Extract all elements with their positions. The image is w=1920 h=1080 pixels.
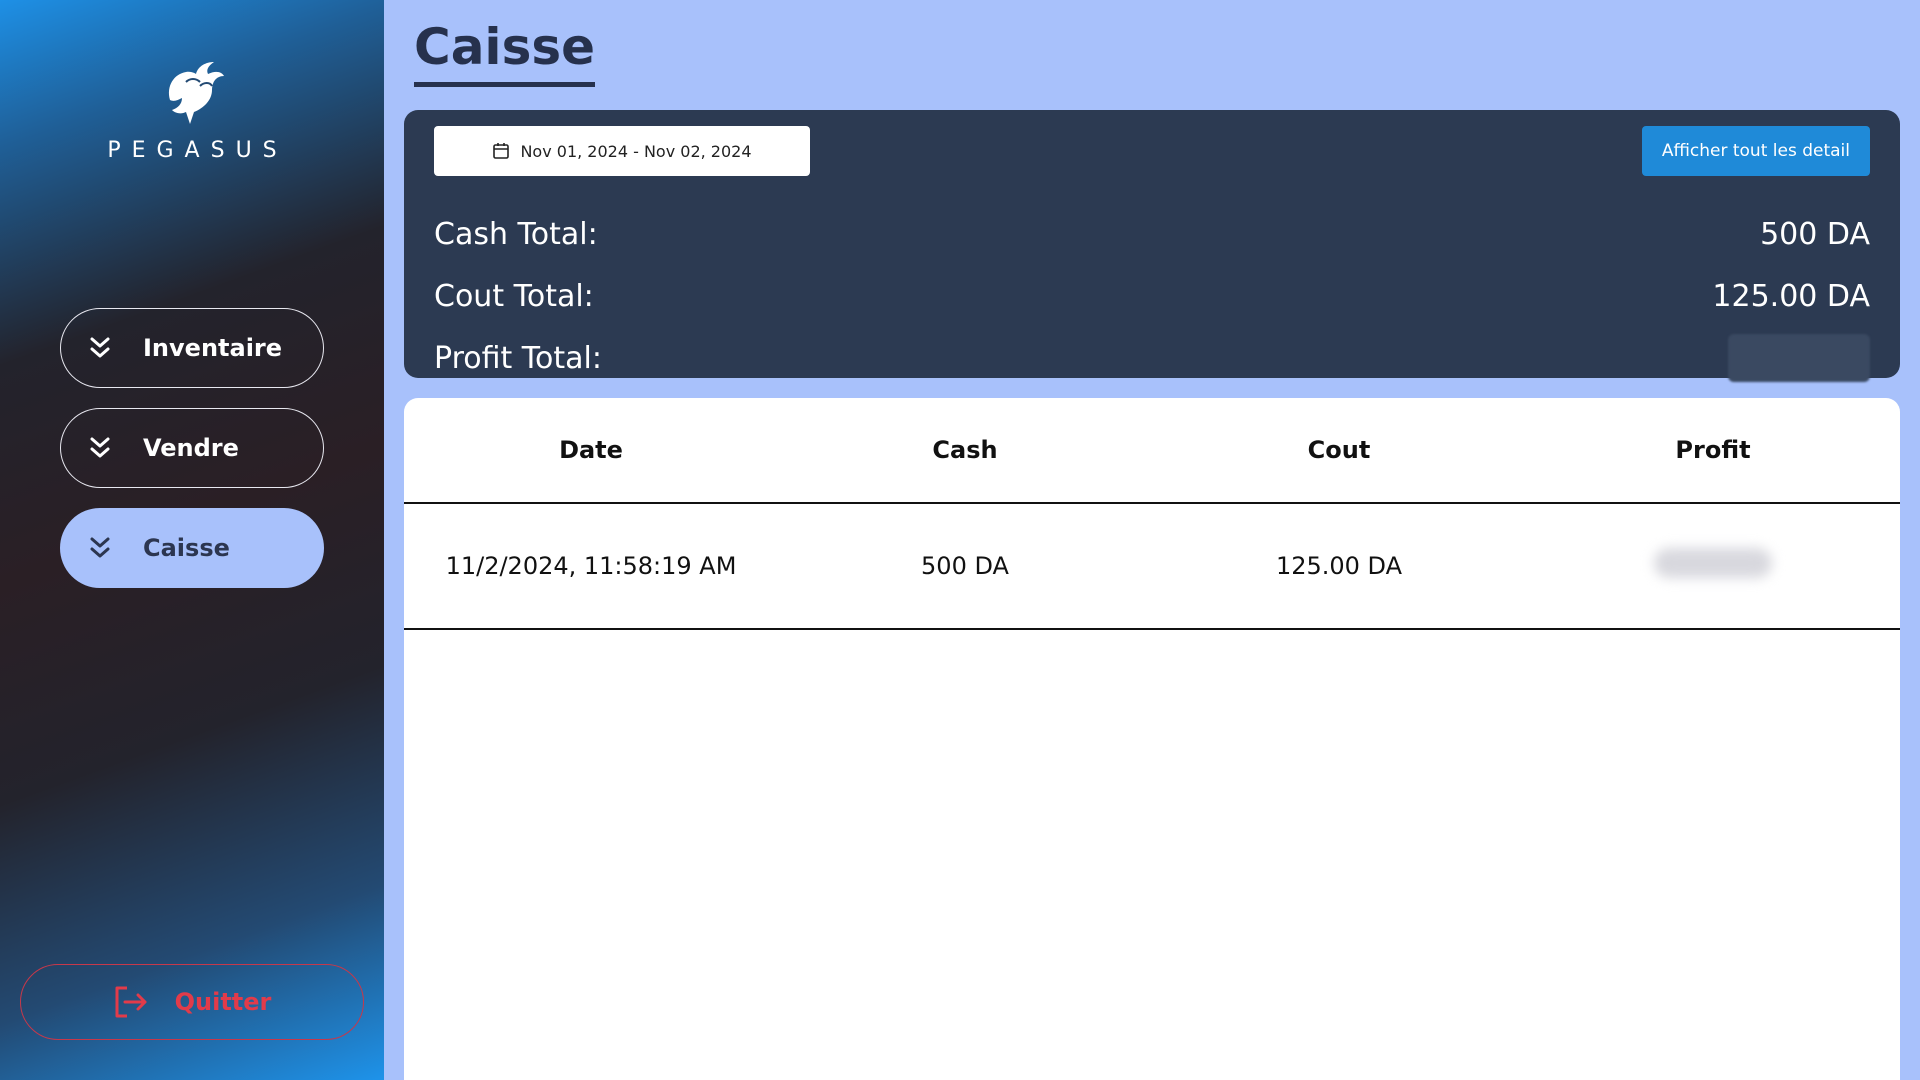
column-header-profit[interactable]: Profit — [1526, 436, 1900, 464]
cash-total-value: 500 DA — [1760, 216, 1870, 252]
profit-total-hidden-value[interactable] — [1728, 334, 1870, 382]
double-chevron-down-icon — [83, 331, 117, 365]
sidebar-item-caisse[interactable]: Caisse — [60, 508, 324, 588]
quit-label: Quitter — [174, 988, 272, 1016]
cell-cash: 500 DA — [921, 552, 1009, 580]
cout-total-row: Cout Total: 125.00 DA — [434, 276, 1870, 316]
profit-hidden-value[interactable] — [1654, 548, 1772, 578]
date-range-picker[interactable]: Nov 01, 2024 - Nov 02, 2024 — [434, 126, 810, 176]
cell-cout: 125.00 DA — [1275, 552, 1403, 580]
table-header: Date Cash Cout Profit — [404, 398, 1900, 504]
caisse-table: Date Cash Cout Profit 11/2/2024, 11:58:1… — [404, 398, 1900, 1080]
logout-icon — [113, 985, 149, 1019]
column-header-cash[interactable]: Cash — [778, 436, 1152, 464]
sidebar-item-label: Caisse — [143, 534, 230, 562]
table-row[interactable]: 11/2/2024, 11:58:19 AM 500 DA 125.00 DA — [404, 504, 1900, 630]
summary-panel: Nov 01, 2024 - Nov 02, 2024 Afficher tou… — [404, 110, 1900, 382]
pegasus-horse-icon — [168, 62, 224, 124]
cash-total-row: Cash Total: 500 DA — [434, 214, 1870, 254]
double-chevron-down-icon — [83, 531, 117, 565]
column-header-date[interactable]: Date — [404, 436, 778, 464]
cash-total-label: Cash Total: — [434, 216, 598, 252]
profit-total-label: Profit Total: — [434, 340, 602, 376]
page-title: Caisse — [414, 16, 596, 87]
profit-total-row: Profit Total: — [434, 334, 1870, 382]
brand-name: PEGASUS — [107, 138, 288, 163]
sidebar-item-label: Inventaire — [143, 334, 283, 362]
show-all-details-button[interactable]: Afficher tout les detail — [1641, 126, 1870, 176]
cell-date: 11/2/2024, 11:58:19 AM — [445, 552, 737, 580]
sidebar-item-vendre[interactable]: Vendre — [60, 408, 324, 488]
column-header-cout[interactable]: Cout — [1152, 436, 1526, 464]
cout-total-label: Cout Total: — [434, 278, 594, 314]
sidebar-item-label: Vendre — [143, 434, 239, 462]
double-chevron-down-icon — [83, 431, 117, 465]
cell-profit — [1526, 548, 1900, 584]
cout-total-value: 125.00 DA — [1712, 278, 1870, 314]
sidebar: PEGASUS Inventaire Vendre Caisse Quitter — [0, 0, 384, 1080]
pegasus-logo: PEGASUS — [0, 56, 384, 163]
quit-button[interactable]: Quitter — [20, 964, 364, 1040]
date-range-value: Nov 01, 2024 - Nov 02, 2024 — [520, 141, 752, 161]
sidebar-item-inventaire[interactable]: Inventaire — [60, 308, 324, 388]
calendar-icon — [492, 142, 510, 160]
